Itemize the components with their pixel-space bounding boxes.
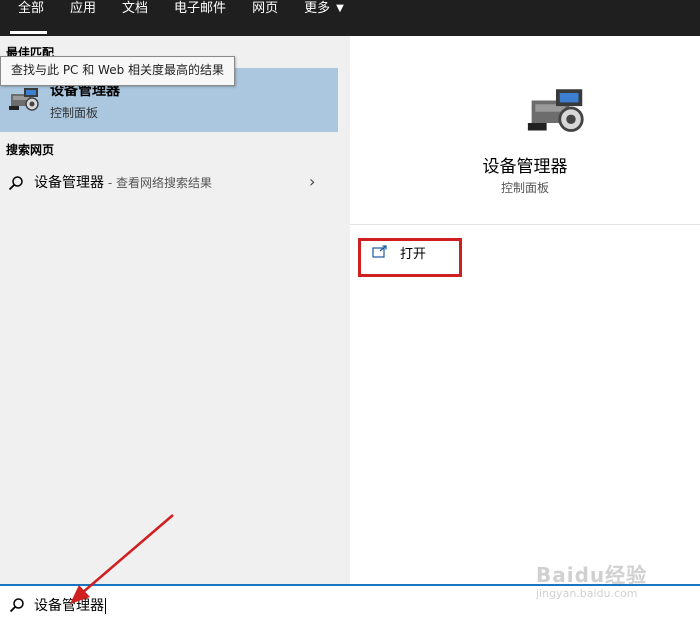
chevron-right-icon[interactable]: › (309, 172, 315, 191)
annotation-arrow (70, 514, 174, 604)
search-icon (8, 176, 23, 191)
watermark-main: Baidu经验 (536, 563, 648, 587)
results-pane: 最佳匹配 设备管理器 控制面板 查找与此 PC 和 Web 相关度最高的结果 搜… (0, 36, 338, 584)
detail-subtitle: 控制面板 (500, 181, 549, 195)
watermark-sub: jingyan.baidu.com (536, 587, 638, 600)
web-search-result[interactable]: 设备管理器 - 查看网络搜索结果 › (0, 166, 338, 198)
web-result-text: 设备管理器 (34, 175, 104, 191)
watermark: Baidu经验 jingyan.baidu.com (536, 545, 700, 605)
device-manager-large-icon (527, 89, 584, 132)
search-web-header: 搜索网页 (6, 143, 55, 157)
pane-gap (338, 36, 350, 584)
best-match-subtitle: 控制面板 (50, 106, 99, 120)
web-result-suffix: - 查看网络搜索结果 (104, 176, 212, 190)
annotation-highlight-box (358, 238, 462, 277)
tab-all[interactable]: 全部 (0, 0, 57, 36)
tab-more[interactable]: 更多 ▼ (291, 0, 357, 36)
chevron-down-icon: ▼ (336, 3, 344, 14)
tab-apps[interactable]: 应用 (57, 0, 109, 36)
tab-web[interactable]: 网页 (239, 0, 291, 36)
tab-email[interactable]: 电子邮件 (161, 0, 239, 36)
detail-pane: 设备管理器 控制面板 打开 (350, 36, 700, 584)
tooltip: 查找与此 PC 和 Web 相关度最高的结果 (0, 56, 236, 86)
tab-documents[interactable]: 文档 (109, 0, 161, 36)
detail-title: 设备管理器 (482, 157, 568, 177)
divider (350, 224, 700, 225)
search-icon (9, 598, 24, 613)
filter-tab-bar: 全部 应用 文档 电子邮件 网页 更多 ▼ (0, 0, 700, 36)
device-manager-icon (9, 88, 39, 111)
